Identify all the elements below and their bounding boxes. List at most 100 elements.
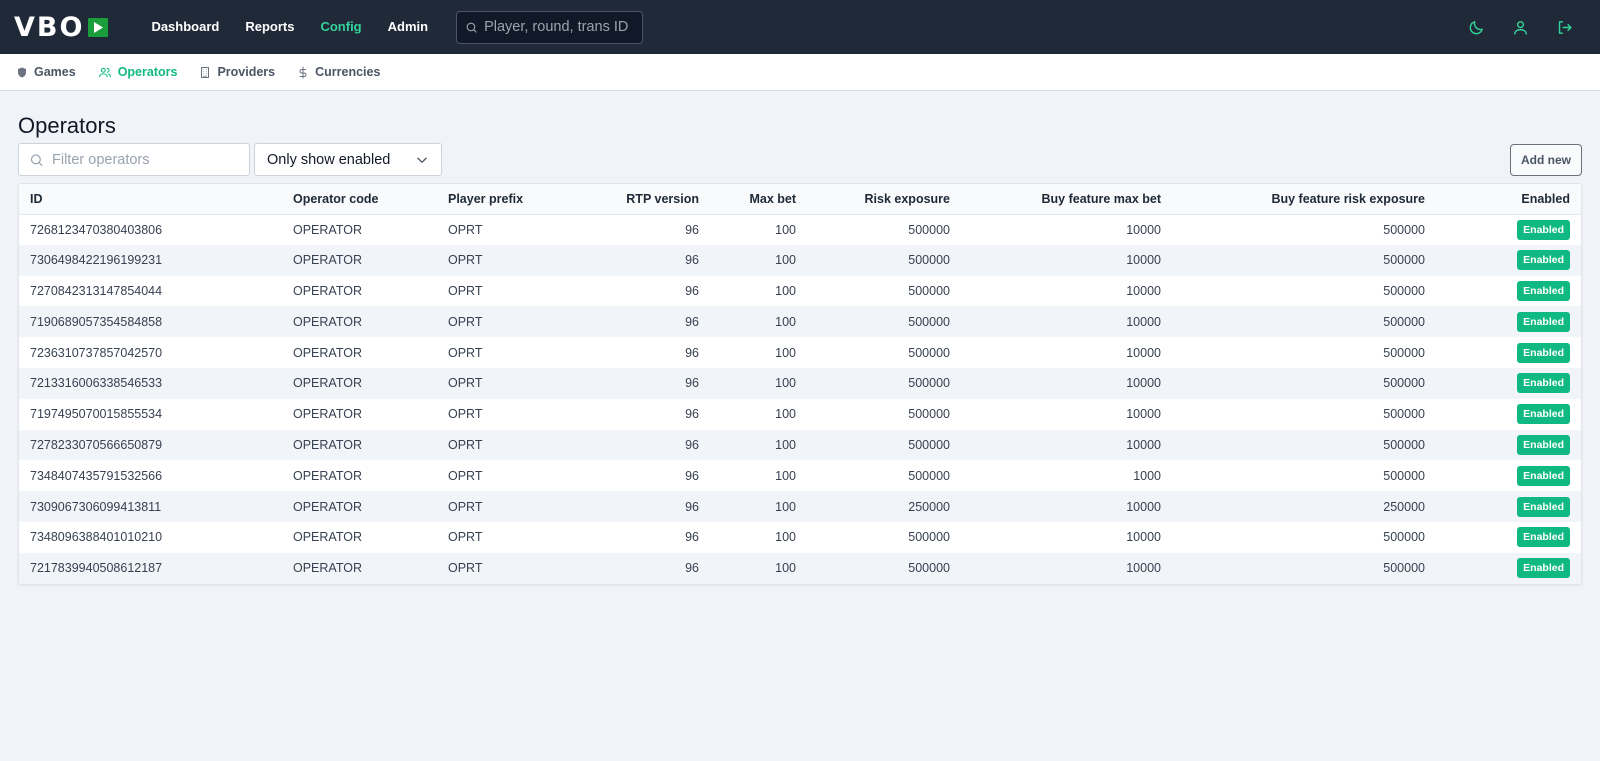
profile-button[interactable] — [1498, 0, 1542, 54]
cell-risk-exposure: 500000 — [908, 530, 950, 545]
cell-rtp-version: 96 — [564, 367, 710, 399]
col-header-player-prefix[interactable]: Player prefix — [437, 184, 564, 215]
table-row[interactable]: 7278233070566650879 OPERATOR OPRT 96 100 5000… — [19, 429, 1581, 461]
cell-enabled: Enabled — [1436, 337, 1581, 368]
subnav-providers-label: Providers — [217, 65, 276, 79]
table-row[interactable]: 7348096388401010210 OPERATOR OPRT 96 100 5000… — [19, 522, 1581, 553]
table-row[interactable]: 7306498422196199231 OPERATOR OPRT 96 100 5000… — [19, 244, 1581, 276]
subnav-providers[interactable]: Providers — [197, 65, 285, 79]
cell-risk-exposure: 500000 — [807, 552, 961, 584]
play-icon — [88, 17, 109, 37]
cell-buy-feature-risk-exposure: 500000 — [1172, 367, 1436, 399]
cell-player-prefix: OPRT — [437, 306, 564, 338]
cell-player-prefix: OPRT — [448, 468, 483, 483]
cell-rtp-version: 96 — [564, 306, 710, 338]
cell-buy-feature-max-bet: 10000 — [961, 429, 1172, 461]
cell-operator-code: OPERATOR — [282, 306, 437, 338]
top-bar: VBO Dashboard Reports Config Admin — [0, 0, 1600, 54]
table-row[interactable]: 7236310737857042570 OPERATOR OPRT 96 100 5000… — [19, 337, 1581, 368]
col-header-buy-feature-max-bet[interactable]: Buy feature max bet — [961, 184, 1172, 215]
cell-enabled: Enabled — [1436, 244, 1581, 276]
cell-max-bet: 100 — [710, 429, 807, 461]
cell-buy-feature-max-bet: 10000 — [961, 491, 1172, 522]
col-header-operator-code[interactable]: Operator code — [282, 184, 437, 215]
status-badge: Enabled — [1517, 250, 1570, 271]
col-header-risk-exposure[interactable]: Risk exposure — [807, 184, 961, 215]
cell-operator-code: OPERATOR — [293, 468, 362, 483]
cell-buy-feature-max-bet: 10000 — [1126, 283, 1161, 298]
cell-enabled: Enabled — [1436, 367, 1581, 399]
cell-buy-feature-risk-exposure: 500000 — [1383, 468, 1425, 483]
table-row[interactable]: 7270842313147854044 OPERATOR OPRT 96 100 5000… — [19, 276, 1581, 307]
cell-risk-exposure: 500000 — [908, 468, 950, 483]
search-icon — [466, 22, 477, 33]
filter-operators-input[interactable] — [52, 151, 239, 168]
subnav-operators[interactable]: Operators — [96, 65, 188, 79]
cell-rtp-version: 96 — [685, 468, 699, 483]
theme-toggle-button[interactable] — [1454, 0, 1498, 54]
table-row[interactable]: 7190689057354584858 OPERATOR OPRT 96 100 5000… — [19, 306, 1581, 338]
logo[interactable]: VBO — [14, 14, 109, 41]
cell-buy-feature-risk-exposure: 500000 — [1172, 429, 1436, 461]
cell-max-bet: 100 — [775, 283, 796, 298]
col-header-max-bet[interactable]: Max bet — [710, 184, 807, 215]
cell-operator-code: OPERATOR — [293, 345, 362, 360]
cell-buy-feature-max-bet: 10000 — [1126, 222, 1161, 237]
col-header-rtp-version[interactable]: RTP version — [564, 184, 710, 215]
config-subnav: Games Operators Providers Currencies — [0, 54, 1600, 91]
table-row[interactable]: 7268123470380403806 OPERATOR OPRT 96 100 5000… — [19, 214, 1581, 245]
col-header-id[interactable]: ID — [19, 184, 282, 215]
cell-id: 7190689057354584858 — [19, 306, 282, 338]
col-header-enabled[interactable]: Enabled — [1436, 184, 1581, 215]
cell-operator-code: OPERATOR — [282, 552, 437, 584]
cell-rtp-version: 96 — [685, 345, 699, 360]
table-row[interactable]: 7309067306099413811 OPERATOR OPRT 96 100 2500… — [19, 491, 1581, 522]
add-new-button[interactable]: Add new — [1510, 143, 1582, 176]
table-row[interactable]: 7197495070015855534 OPERATOR OPRT 96 100 5000… — [19, 399, 1581, 430]
col-header-buy-feature-risk-exposure[interactable]: Buy feature risk exposure — [1172, 184, 1436, 215]
logout-button[interactable] — [1542, 0, 1586, 54]
page-title: Operators — [18, 113, 116, 138]
table-row[interactable]: 7217839940508612187 OPERATOR OPRT 96 100 5000… — [19, 552, 1581, 584]
cell-id: 7268123470380403806 — [30, 222, 163, 237]
nav-reports[interactable]: Reports — [232, 0, 307, 54]
enabled-filter-select[interactable]: Only show enabled — [254, 143, 442, 176]
cell-max-bet: 100 — [775, 468, 796, 483]
cell-operator-code: OPERATOR — [293, 283, 362, 298]
subnav-games[interactable]: Games — [14, 65, 86, 79]
cell-max-bet: 100 — [775, 530, 796, 545]
status-badge: Enabled — [1517, 404, 1570, 425]
cell-risk-exposure: 500000 — [807, 429, 961, 461]
chevron-down-icon — [417, 157, 427, 163]
cell-operator-code: OPERATOR — [282, 491, 437, 522]
cell-operator-code: OPERATOR — [282, 429, 437, 461]
cell-risk-exposure: 500000 — [807, 367, 961, 399]
cell-player-prefix: OPRT — [437, 244, 564, 276]
cell-id: 7306498422196199231 — [19, 244, 282, 276]
subnav-games-label: Games — [34, 65, 76, 79]
subnav-currencies[interactable]: Currencies — [295, 65, 390, 79]
cell-buy-feature-max-bet: 10000 — [1126, 407, 1161, 422]
user-icon — [1513, 20, 1527, 35]
cell-operator-code: OPERATOR — [293, 222, 362, 237]
table-row[interactable]: 7348407435791532566 OPERATOR OPRT 96 100 5000… — [19, 460, 1581, 491]
cell-rtp-version: 96 — [564, 552, 710, 584]
table-row[interactable]: 7213316006338546533 OPERATOR OPRT 96 100 5000… — [19, 367, 1581, 399]
cell-rtp-version: 96 — [685, 530, 699, 545]
cell-risk-exposure: 500000 — [807, 244, 961, 276]
status-badge: Enabled — [1517, 434, 1570, 455]
global-search-input[interactable] — [484, 19, 635, 35]
cell-buy-feature-risk-exposure: 500000 — [1172, 306, 1436, 338]
cell-max-bet: 100 — [710, 244, 807, 276]
cell-enabled: Enabled — [1436, 429, 1581, 461]
nav-config[interactable]: Config — [307, 0, 374, 54]
cell-rtp-version: 96 — [564, 491, 710, 522]
status-badge: Enabled — [1517, 342, 1570, 363]
table-body: 7268123470380403806 OPERATOR OPRT 96 100 5000… — [19, 214, 1581, 584]
logout-icon — [1558, 20, 1572, 34]
cell-operator-code: OPERATOR — [293, 407, 362, 422]
moon-icon — [1469, 20, 1483, 34]
cell-buy-feature-risk-exposure: 500000 — [1172, 552, 1436, 584]
nav-dashboard[interactable]: Dashboard — [138, 0, 232, 54]
nav-admin[interactable]: Admin — [375, 0, 441, 54]
